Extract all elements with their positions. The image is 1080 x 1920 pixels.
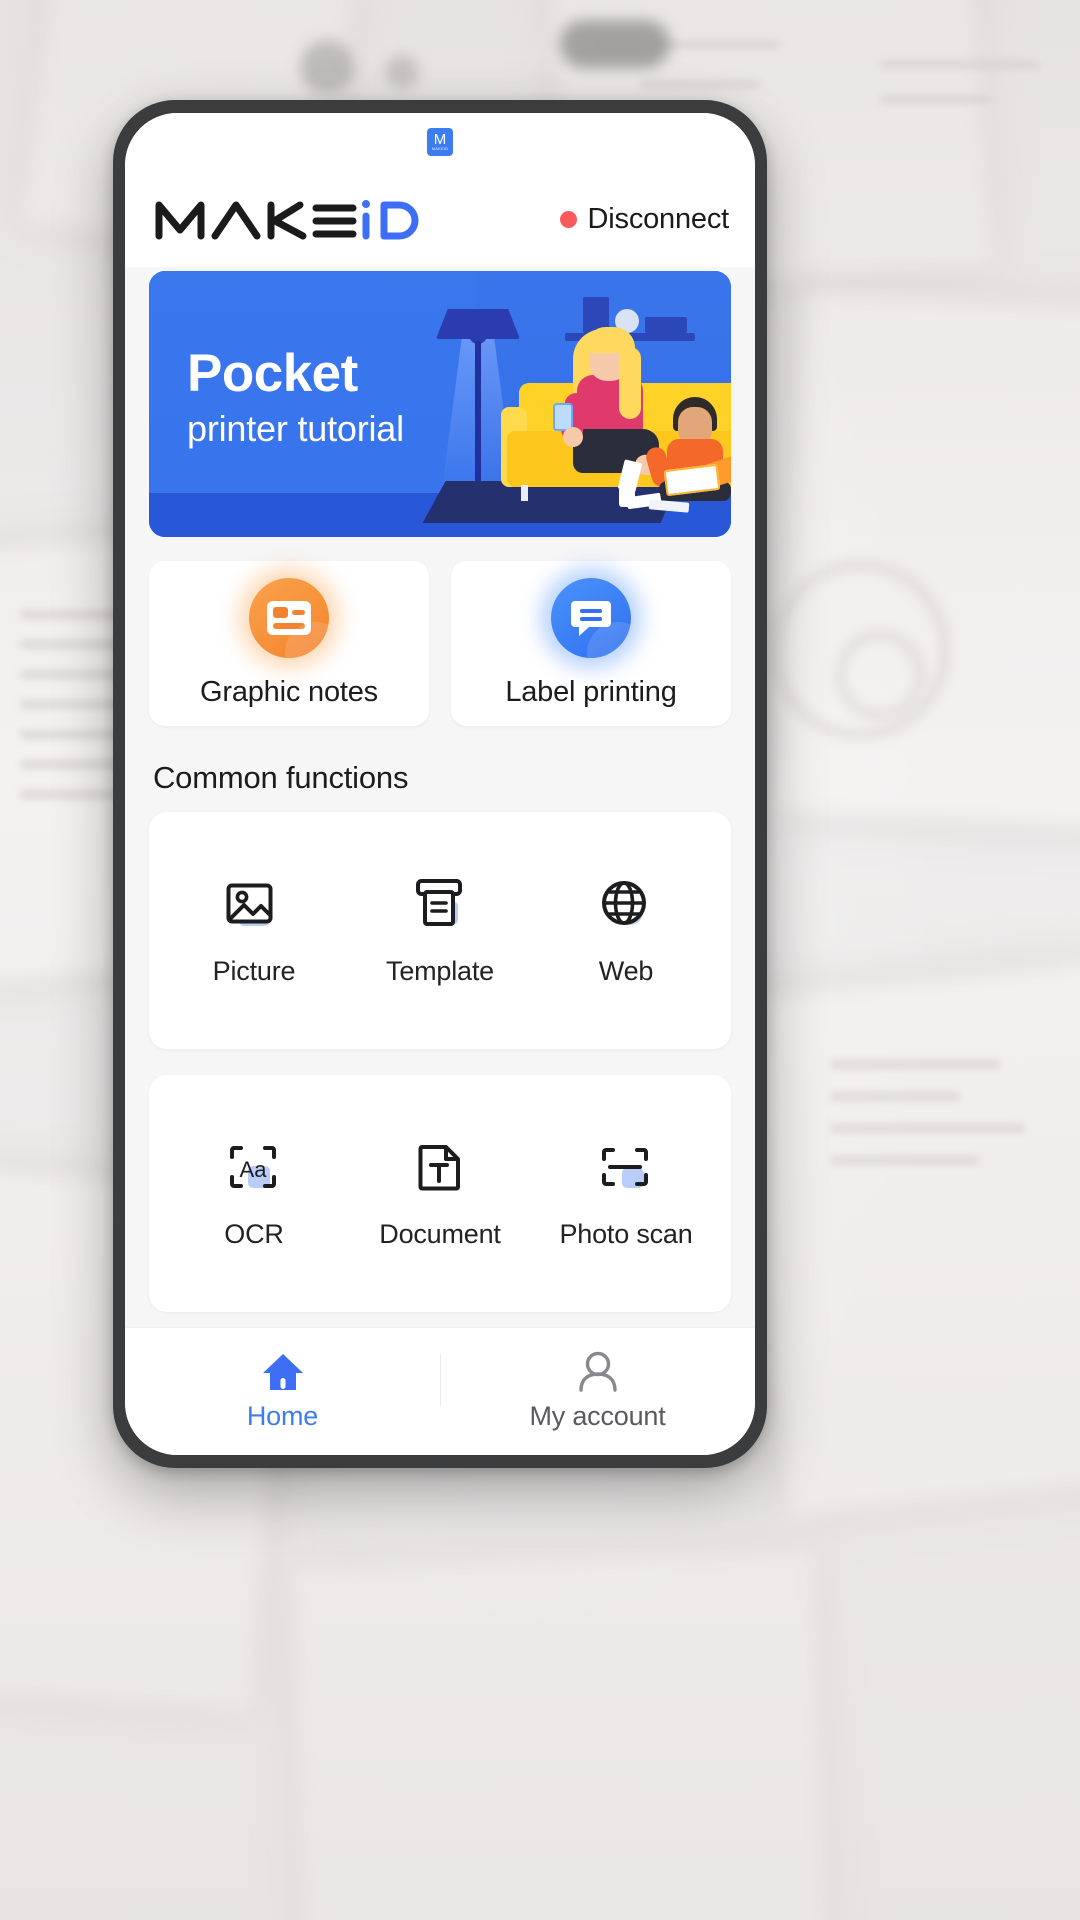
function-label-template: Template: [386, 956, 494, 986]
function-item-photo-scan[interactable]: Photo scan: [533, 1139, 719, 1250]
photo-scan-icon: [595, 1139, 657, 1197]
picture-icon: [223, 876, 285, 934]
home-icon: [262, 1354, 303, 1390]
phone-device-frame: M MAKEID Disconnect Pocket printer tutor…: [113, 100, 767, 1468]
common-functions-group-two: Aa OCR Document Photo scan: [149, 1075, 731, 1312]
bottom-tab-bar: Home My account: [125, 1327, 755, 1455]
function-item-template[interactable]: Template: [347, 876, 533, 987]
shelf-box-icon: [645, 317, 687, 333]
app-badge-letter: M: [433, 131, 447, 148]
graphic-notes-icon-wrap: [239, 568, 339, 668]
account-icon: [578, 1351, 617, 1392]
common-functions-group-one: Picture Template Web: [149, 812, 731, 1049]
connection-status-label: Disconnect: [587, 202, 730, 235]
tab-home[interactable]: Home: [125, 1351, 440, 1432]
graphic-notes-glyph-icon: [267, 601, 311, 635]
tab-home-label: Home: [246, 1401, 319, 1431]
tab-my-account[interactable]: My account: [440, 1351, 755, 1432]
app-header: Disconnect: [125, 171, 755, 267]
graphic-notes-label: Graphic notes: [200, 676, 378, 708]
label-printing-icon-wrap: [541, 568, 641, 668]
template-glyph-icon: [416, 879, 462, 926]
connection-status-button[interactable]: Disconnect: [559, 202, 730, 236]
phone-screen: M MAKEID Disconnect Pocket printer tutor…: [125, 113, 755, 1455]
banner-subtitle: printer tutorial: [187, 408, 404, 449]
graphic-notes-card[interactable]: Graphic notes: [149, 561, 429, 726]
makeid-logo: [153, 196, 421, 242]
web-globe-icon: [595, 876, 657, 934]
function-item-document[interactable]: Document: [347, 1139, 533, 1250]
picture-glyph-icon: [226, 883, 273, 926]
svg-text:Aa: Aa: [240, 1157, 268, 1182]
makeid-app-badge-icon: M MAKEID: [427, 128, 453, 156]
tab-my-account-label: My account: [529, 1401, 666, 1431]
makeid-logo-icon: [155, 200, 419, 240]
document-text-icon: [409, 1139, 471, 1197]
function-label-ocr: OCR: [224, 1219, 284, 1249]
label-printing-glyph-icon: [571, 601, 611, 636]
sofa-leg-left: [521, 485, 528, 501]
document-text-glyph-icon: [418, 1145, 460, 1191]
template-icon: [409, 876, 471, 934]
function-item-web[interactable]: Web: [533, 876, 719, 987]
function-label-picture: Picture: [212, 956, 296, 986]
ocr-scan-icon: Aa: [223, 1139, 285, 1197]
function-label-photo-scan: Photo scan: [559, 1219, 693, 1249]
function-grid: Aa OCR Document Photo scan: [161, 1139, 719, 1250]
pocket-printer-tutorial-banner[interactable]: Pocket printer tutorial: [149, 271, 731, 537]
function-item-ocr[interactable]: Aa OCR: [161, 1139, 347, 1250]
web-globe-glyph-icon: [602, 881, 646, 925]
woman-hair-strand: [619, 347, 641, 419]
common-functions-heading: Common functions: [153, 760, 409, 795]
home-content: Pocket printer tutorial Graphic notes La…: [125, 267, 755, 1327]
app-badge-sublabel: MAKEID: [431, 146, 449, 151]
label-printing-card[interactable]: Label printing: [451, 561, 731, 726]
lamp-pole: [475, 341, 481, 493]
status-dot-icon: [559, 210, 577, 228]
function-label-document: Document: [379, 1219, 501, 1249]
function-grid: Picture Template Web: [161, 876, 719, 987]
ocr-scan-glyph-icon: Aa: [230, 1146, 276, 1188]
feature-cards-row: Graphic notes Label printing: [149, 561, 731, 726]
woman-hand: [563, 427, 583, 447]
label-printing-icon: [551, 578, 631, 658]
status-bar: M MAKEID: [125, 113, 755, 171]
function-label-web: Web: [598, 956, 654, 986]
graphic-notes-icon: [249, 578, 329, 658]
tabbar-divider: [440, 1354, 441, 1406]
function-item-picture[interactable]: Picture: [161, 876, 347, 987]
photo-scan-glyph-icon: [602, 1148, 648, 1188]
label-printing-label: Label printing: [505, 676, 677, 708]
banner-title: Pocket: [187, 344, 358, 403]
